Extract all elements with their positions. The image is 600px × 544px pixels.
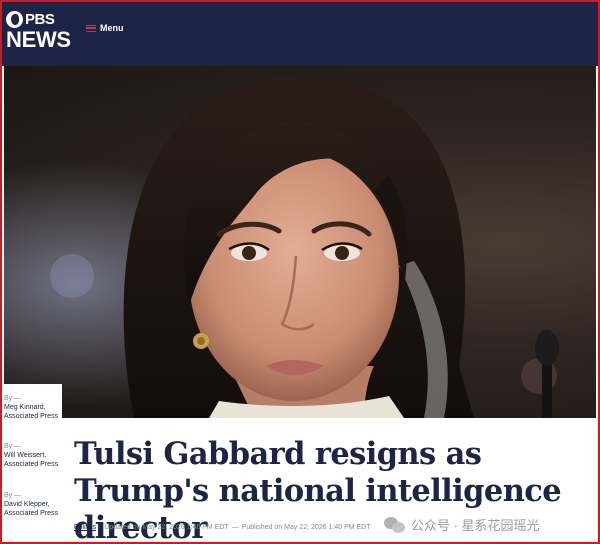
wechat-watermark: 公众号 · 星系花园瑶光 — [384, 515, 540, 534]
menu-button[interactable]: Menu — [86, 23, 124, 33]
category-link[interactable]: Politics — [74, 524, 96, 531]
meta-separator: — — [231, 524, 239, 531]
watermark-text: 公众号 · 星系花园瑶光 — [411, 518, 540, 533]
wechat-icon — [384, 516, 406, 533]
site-header: PBS NEWS Menu — [2, 2, 598, 66]
author-block[interactable]: By — David Klepper, Associated Press — [4, 491, 62, 518]
logo-pbs-text: PBS — [25, 10, 55, 28]
author-block[interactable]: By — Will Weissert, Associated Press — [4, 442, 62, 469]
portrait-photo-icon — [4, 66, 596, 418]
pbs-news-logo[interactable]: PBS NEWS — [6, 10, 71, 51]
author-name: Will Weissert, Associated Press — [4, 452, 59, 468]
hero-photo — [4, 66, 596, 418]
menu-label: Menu — [100, 23, 124, 33]
published-date: Published on May 22, 2026 1:40 PM EDT — [241, 524, 371, 531]
byline-sidebar: By — Meg Kinnard, Associated Press By — … — [2, 384, 62, 542]
byline-prefix: By — — [4, 395, 22, 402]
hamburger-icon — [86, 24, 96, 32]
author-name: David Klepper, Associated Press — [4, 501, 59, 517]
article-meta: Politics Updated on May 22, 2026 1:48 PM… — [74, 524, 371, 531]
browser-frame: PBS NEWS Menu By — Meg Kinnard, Associat… — [0, 0, 600, 544]
logo-news-text: NEWS — [6, 27, 71, 52]
updated-date: Updated on May 22, 2026 1:48 PM EDT — [104, 524, 229, 531]
pbs-head-icon — [6, 10, 23, 28]
byline-prefix: By — — [4, 492, 22, 499]
author-block[interactable]: By — Meg Kinnard, Associated Press — [4, 394, 62, 421]
author-name: Meg Kinnard, Associated Press — [4, 404, 59, 420]
byline-prefix: By — — [4, 443, 22, 450]
